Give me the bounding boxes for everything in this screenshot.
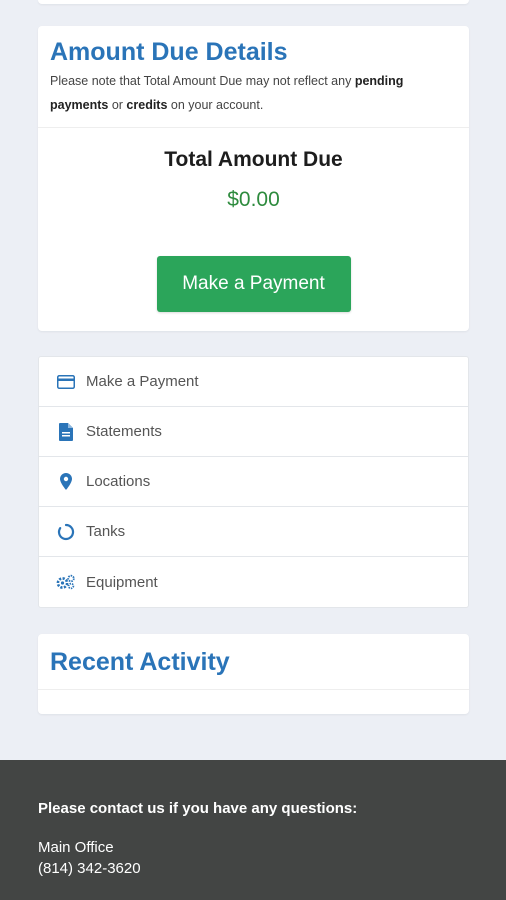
nav-item-label: Equipment (86, 573, 158, 591)
gears-icon (56, 572, 76, 592)
nav-item-equipment[interactable]: Equipment (39, 557, 468, 607)
note-text-prefix: Please note that Total Amount Due may no… (50, 74, 355, 88)
footer-phone[interactable]: (814) 342-3620 (38, 860, 468, 877)
nav-item-tanks[interactable]: Tanks (39, 507, 468, 557)
nav-item-label: Tanks (86, 523, 126, 540)
credit-card-icon (56, 372, 76, 392)
amount-due-note: Please note that Total Amount Due may no… (38, 66, 469, 117)
total-amount-due-value: $0.00 (227, 188, 280, 211)
recent-activity-card: Recent Activity (38, 634, 469, 714)
map-pin-icon (56, 472, 76, 492)
footer-office-name: Main Office (38, 839, 114, 856)
card-divider (38, 689, 469, 690)
note-text-suffix: on your account. (167, 98, 264, 112)
amount-due-card: Amount Due Details Please note that Tota… (38, 26, 469, 331)
total-amount-due-label: Total Amount Due (164, 148, 343, 171)
amount-due-title: Amount Due Details (50, 38, 288, 66)
nav-item-label: Make a Payment (86, 373, 199, 390)
make-payment-button[interactable]: Make a Payment (156, 256, 351, 312)
note-text-mid: or (108, 98, 127, 112)
nav-item-label: Statements (86, 423, 162, 440)
previous-card-edge (38, 0, 469, 4)
note-credits: credits (126, 98, 168, 112)
contact-footer: Please contact us if you have any questi… (0, 760, 506, 900)
circle-notch-icon (56, 522, 76, 542)
recent-activity-title: Recent Activity (50, 648, 230, 676)
nav-item-label: Locations (86, 473, 151, 490)
account-nav-list: Make a Payment Statements Locations Tank… (38, 356, 469, 608)
nav-item-statements[interactable]: Statements (39, 407, 468, 457)
card-divider (38, 127, 469, 128)
nav-item-locations[interactable]: Locations (39, 457, 468, 507)
nav-item-make-payment[interactable]: Make a Payment (39, 357, 468, 407)
footer-heading: Please contact us if you have any questi… (38, 800, 358, 817)
document-icon (56, 422, 76, 442)
